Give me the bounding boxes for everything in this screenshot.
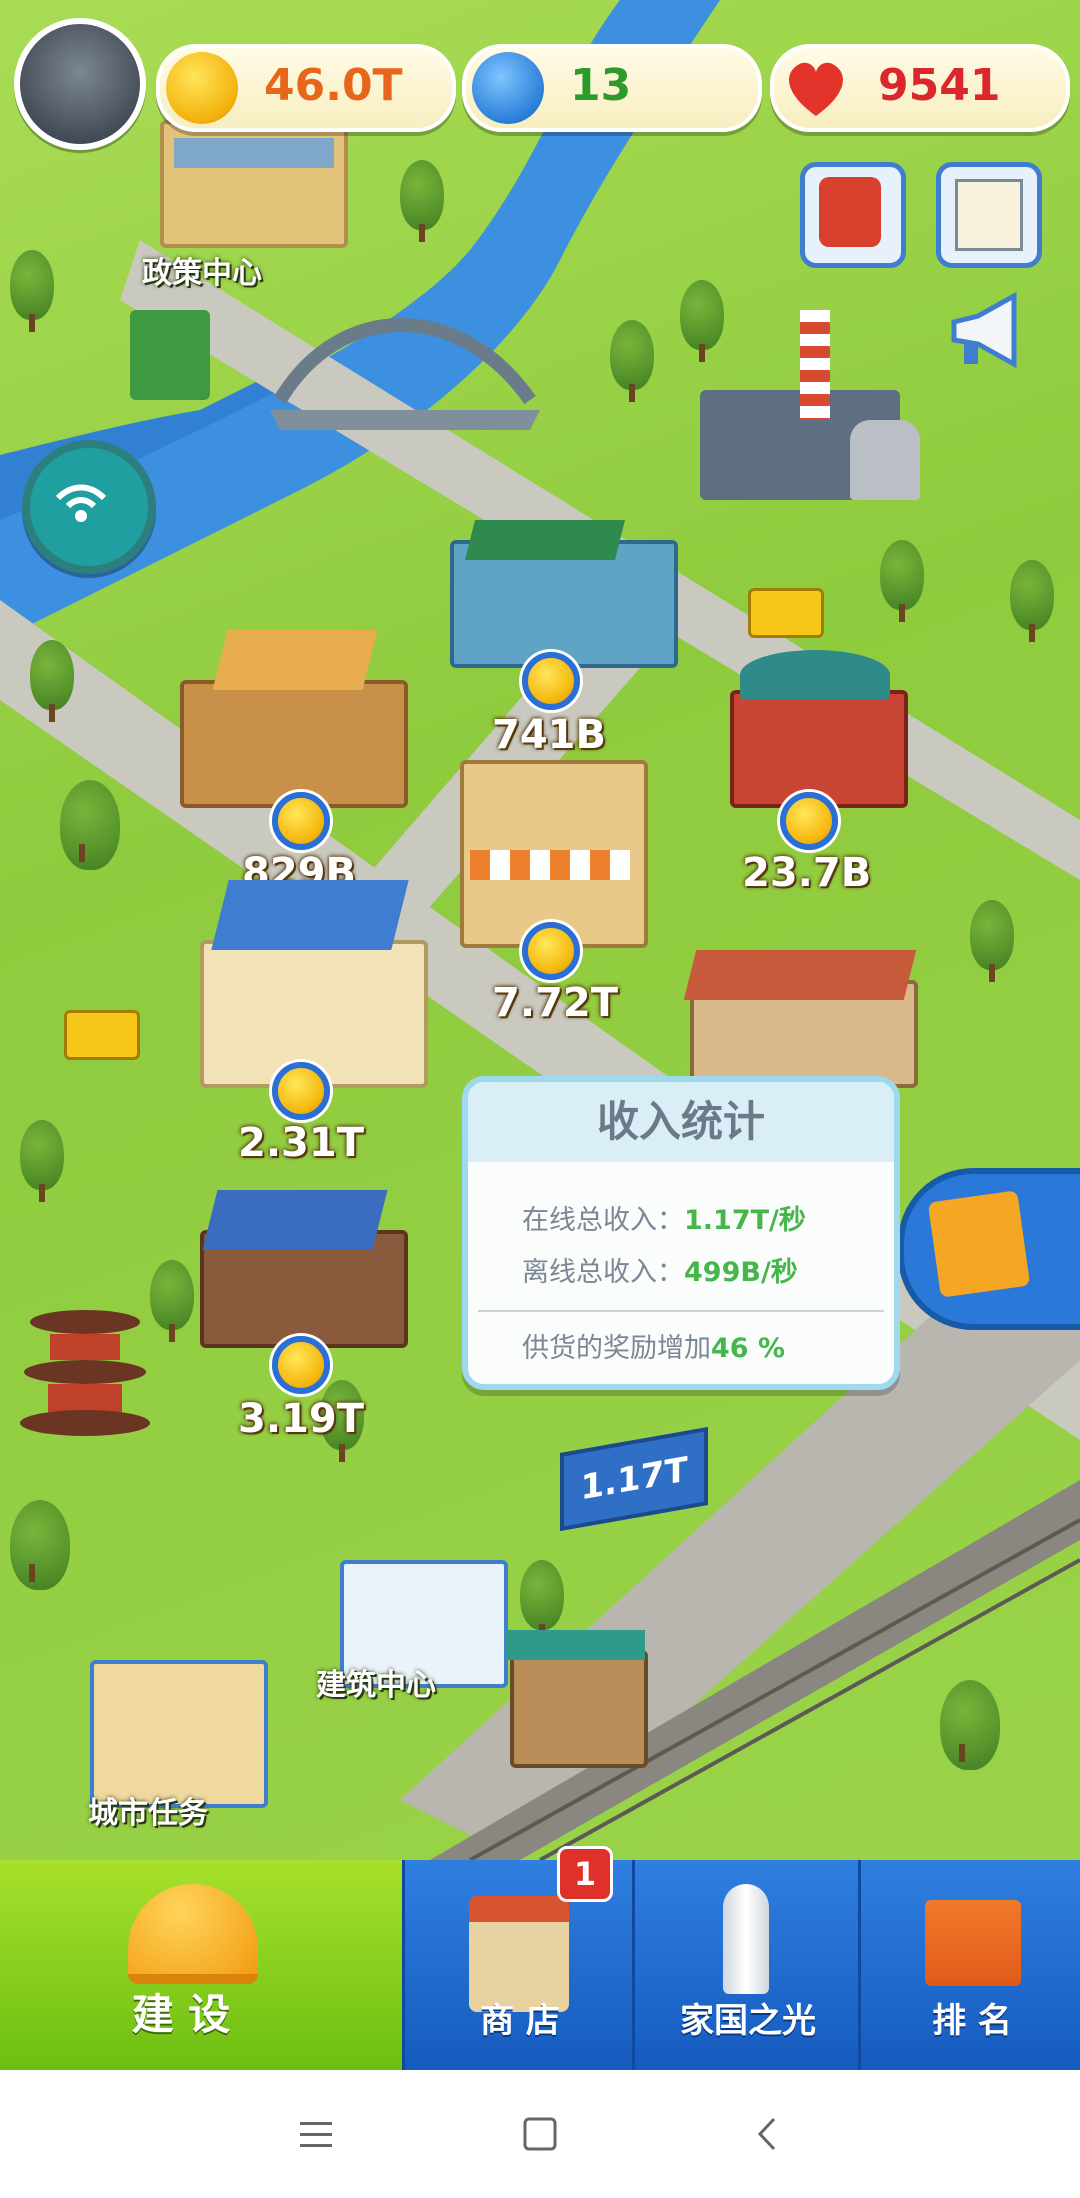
rocket-icon: [723, 1884, 769, 1994]
blueprint-button[interactable]: [898, 1168, 1080, 1330]
coins-value: 46.0T: [264, 60, 403, 111]
offline-income-label: 离线总收入：: [522, 1257, 684, 1288]
divider: [478, 1310, 884, 1312]
megaphone-button[interactable]: [944, 286, 1034, 376]
income-label: 741B: [492, 712, 606, 758]
train-station: [510, 1650, 648, 1768]
home-icon[interactable]: [522, 2116, 558, 2152]
popup-title: 收入统计: [468, 1082, 894, 1162]
tab-shop[interactable]: 1 商 店: [402, 1846, 635, 2070]
megaphone-icon: [951, 291, 1017, 369]
hearts-value: 9541: [878, 60, 1001, 111]
online-income-row: 在线总收入：1.17T/秒: [522, 1198, 806, 1237]
tab-shop-label: 商 店: [480, 2001, 560, 2041]
coin-icon[interactable]: [272, 792, 330, 850]
online-income-label: 在线总收入：: [522, 1205, 684, 1236]
blueprint-icon: [927, 1190, 1031, 1298]
notes-icon: [955, 179, 1023, 251]
tab-rank-label: 排 名: [932, 2001, 1012, 2041]
offline-income-row: 离线总收入：499B/秒: [522, 1250, 798, 1289]
income-label: 23.7B: [742, 850, 872, 896]
coin-icon[interactable]: [780, 792, 838, 850]
coin-icon[interactable]: [522, 652, 580, 710]
coin-icon[interactable]: [272, 1336, 330, 1394]
city-tasks-building[interactable]: [90, 1660, 268, 1808]
city-tasks-label: 城市任务: [88, 1796, 208, 1831]
tab-build-label: 建 设: [131, 1990, 231, 2039]
pagoda: [20, 1290, 150, 1440]
building-temple[interactable]: [730, 690, 908, 808]
city-map[interactable]: 政策中心 741B 829B 23.7B 7.72T 2.31T 3.19T 1…: [0, 0, 1080, 1860]
bottom-nav: 建 设 1 商 店 家国之光 排 名: [0, 1846, 1080, 2070]
tab-rank[interactable]: 排 名: [858, 1860, 1080, 2070]
wifi-icon: [55, 484, 107, 522]
rescue-icon: [819, 177, 881, 247]
stars-value: 13: [570, 60, 632, 111]
income-label: 2.31T: [238, 1120, 364, 1166]
tab-homeland[interactable]: 家国之光: [632, 1860, 861, 2070]
income-label: 7.72T: [492, 980, 618, 1026]
rescue-button[interactable]: [800, 162, 906, 268]
offline-income-value: 499B/秒: [684, 1257, 798, 1288]
coin-icon[interactable]: [272, 1062, 330, 1120]
online-income-value: 1.17T/秒: [684, 1205, 806, 1236]
heart-icon: [780, 52, 852, 124]
shop-badge: 1: [557, 1846, 613, 1902]
podium-icon: [925, 1900, 1021, 1986]
avatar[interactable]: [14, 18, 146, 150]
bonus-value: 46 %: [711, 1333, 786, 1364]
income-label: 3.19T: [238, 1396, 364, 1442]
coin-icon[interactable]: [522, 922, 580, 980]
policy-center-building[interactable]: [160, 120, 348, 248]
coin-icon: [166, 52, 238, 124]
star-icon: [472, 52, 544, 124]
taxi: [64, 1010, 140, 1060]
building-lumber[interactable]: [180, 680, 408, 808]
tab-build[interactable]: 建 设: [0, 1860, 402, 2070]
income-stats-popup: 收入统计 在线总收入：1.17T/秒 离线总收入：499B/秒 供货的奖励增加4…: [462, 1076, 900, 1390]
billboard-value: 1.17T: [580, 1449, 688, 1509]
coins-counter[interactable]: 46.0T: [156, 44, 456, 132]
hard-hat-icon: [128, 1884, 258, 1984]
post-truck: [130, 310, 210, 400]
menu-icon[interactable]: [298, 2116, 334, 2152]
bonus-label: 供货的奖励增加: [522, 1333, 711, 1364]
taxi: [748, 588, 824, 638]
notes-button[interactable]: [936, 162, 1042, 268]
building-center-label: 建筑中心: [316, 1668, 436, 1703]
back-icon[interactable]: [750, 2116, 786, 2152]
tab-homeland-label: 家国之光: [680, 2001, 816, 2041]
bonus-row: 供货的奖励增加46 %: [522, 1326, 785, 1365]
system-nav-bar: [0, 2070, 1080, 2198]
policy-center-label: 政策中心: [142, 256, 262, 291]
hearts-counter[interactable]: 9541: [770, 44, 1070, 132]
wifi-button[interactable]: [22, 440, 156, 574]
stars-counter[interactable]: 13: [462, 44, 762, 132]
